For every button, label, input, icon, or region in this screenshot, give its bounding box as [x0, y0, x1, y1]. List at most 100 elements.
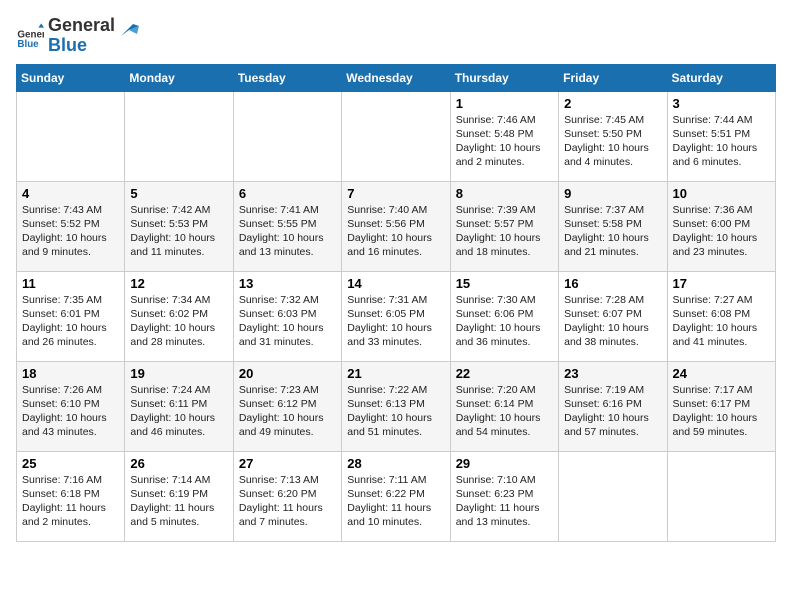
day-number: 1 [456, 96, 553, 111]
day-info: Sunrise: 7:39 AMSunset: 5:57 PMDaylight:… [456, 203, 553, 260]
day-number: 13 [239, 276, 336, 291]
daylight-info: and 5 minutes. [130, 515, 227, 529]
calendar-day-14: 14 Sunrise: 7:31 AMSunset: 6:05 PMDayligh… [342, 271, 450, 361]
sunrise-info: Sunrise: 7:46 AM [456, 113, 553, 127]
sunset-info: Sunset: 5:50 PM [564, 127, 661, 141]
sunrise-info: Sunrise: 7:41 AM [239, 203, 336, 217]
day-info: Sunrise: 7:44 AMSunset: 5:51 PMDaylight:… [673, 113, 770, 170]
day-info: Sunrise: 7:31 AMSunset: 6:05 PMDaylight:… [347, 293, 444, 350]
day-number: 16 [564, 276, 661, 291]
day-info: Sunrise: 7:37 AMSunset: 5:58 PMDaylight:… [564, 203, 661, 260]
daylight-info: Daylight: 10 hours [564, 231, 661, 245]
calendar-empty-cell [17, 91, 125, 181]
calendar-week-row: 4 Sunrise: 7:43 AMSunset: 5:52 PMDaylight… [17, 181, 776, 271]
day-number: 14 [347, 276, 444, 291]
sunset-info: Sunset: 6:03 PM [239, 307, 336, 321]
day-info: Sunrise: 7:42 AMSunset: 5:53 PMDaylight:… [130, 203, 227, 260]
sunrise-info: Sunrise: 7:28 AM [564, 293, 661, 307]
daylight-info: Daylight: 11 hours [239, 501, 336, 515]
day-info: Sunrise: 7:40 AMSunset: 5:56 PMDaylight:… [347, 203, 444, 260]
day-number: 12 [130, 276, 227, 291]
calendar-day-24: 24Sunrise: 7:17 AMSunset: 6:17 PMDayligh… [667, 361, 775, 451]
sunrise-info: Sunrise: 7:37 AM [564, 203, 661, 217]
day-info: Sunrise: 7:13 AMSunset: 6:20 PMDaylight:… [239, 473, 336, 530]
daylight-info: and 9 minutes. [22, 245, 119, 259]
calendar-day-11: 11Sunrise: 7:35 AMSunset: 6:01 PMDayligh… [17, 271, 125, 361]
sunset-info: Sunset: 5:52 PM [22, 217, 119, 231]
sunset-info: Sunset: 5:58 PM [564, 217, 661, 231]
daylight-info: Daylight: 10 hours [239, 231, 336, 245]
sunset-info: Sunset: 5:55 PM [239, 217, 336, 231]
daylight-info: Daylight: 10 hours [456, 411, 553, 425]
day-info: Sunrise: 7:46 AMSunset: 5:48 PMDaylight:… [456, 113, 553, 170]
daylight-info: Daylight: 10 hours [456, 141, 553, 155]
day-info: Sunrise: 7:26 AMSunset: 6:10 PMDaylight:… [22, 383, 119, 440]
calendar-day-10: 10Sunrise: 7:36 AMSunset: 6:00 PMDayligh… [667, 181, 775, 271]
daylight-info: and 28 minutes. [130, 335, 227, 349]
day-number: 24 [673, 366, 770, 381]
calendar-day-2: 2Sunrise: 7:45 AMSunset: 5:50 PMDaylight… [559, 91, 667, 181]
svg-text:Blue: Blue [17, 39, 39, 50]
daylight-info: and 13 minutes. [239, 245, 336, 259]
sunset-info: Sunset: 6:13 PM [347, 397, 444, 411]
calendar-day-23: 23Sunrise: 7:19 AMSunset: 6:16 PMDayligh… [559, 361, 667, 451]
calendar-empty-cell [233, 91, 341, 181]
sunset-info: Sunset: 5:57 PM [456, 217, 553, 231]
sunset-info: Sunset: 6:18 PM [22, 487, 119, 501]
calendar-day-6: 6Sunrise: 7:41 AMSunset: 5:55 PMDaylight… [233, 181, 341, 271]
sunset-info: Sunset: 6:01 PM [22, 307, 119, 321]
calendar-table: SundayMondayTuesdayWednesdayThursdayFrid… [16, 64, 776, 542]
weekday-header-row: SundayMondayTuesdayWednesdayThursdayFrid… [17, 64, 776, 91]
daylight-info: and 6 minutes. [673, 155, 770, 169]
day-info: Sunrise: 7:28 AMSunset: 6:07 PMDaylight:… [564, 293, 661, 350]
calendar-day-19: 19Sunrise: 7:24 AMSunset: 6:11 PMDayligh… [125, 361, 233, 451]
calendar-week-row: 18Sunrise: 7:26 AMSunset: 6:10 PMDayligh… [17, 361, 776, 451]
weekday-header-saturday: Saturday [667, 64, 775, 91]
day-info: Sunrise: 7:22 AMSunset: 6:13 PMDaylight:… [347, 383, 444, 440]
sunrise-info: Sunrise: 7:32 AM [239, 293, 336, 307]
daylight-info: and 11 minutes. [130, 245, 227, 259]
day-info: Sunrise: 7:27 AMSunset: 6:08 PMDaylight:… [673, 293, 770, 350]
daylight-info: and 57 minutes. [564, 425, 661, 439]
day-info: Sunrise: 7:34 AMSunset: 6:02 PMDaylight:… [130, 293, 227, 350]
sunrise-info: Sunrise: 7:42 AM [130, 203, 227, 217]
day-info: Sunrise: 7:41 AMSunset: 5:55 PMDaylight:… [239, 203, 336, 260]
sunset-info: Sunset: 6:22 PM [347, 487, 444, 501]
daylight-info: and 31 minutes. [239, 335, 336, 349]
daylight-info: Daylight: 11 hours [22, 501, 119, 515]
daylight-info: and 43 minutes. [22, 425, 119, 439]
daylight-info: and 21 minutes. [564, 245, 661, 259]
daylight-info: Daylight: 10 hours [456, 231, 553, 245]
calendar-day-27: 27Sunrise: 7:13 AMSunset: 6:20 PMDayligh… [233, 451, 341, 541]
sunrise-info: Sunrise: 7:20 AM [456, 383, 553, 397]
calendar-day-15: 15Sunrise: 7:30 AMSunset: 6:06 PMDayligh… [450, 271, 558, 361]
sunrise-info: Sunrise: 7:30 AM [456, 293, 553, 307]
sunrise-info: Sunrise: 7:44 AM [673, 113, 770, 127]
logo-bird-icon [111, 16, 141, 46]
weekday-header-monday: Monday [125, 64, 233, 91]
sunset-info: Sunset: 6:17 PM [673, 397, 770, 411]
daylight-info: and 41 minutes. [673, 335, 770, 349]
calendar-day-21: 21Sunrise: 7:22 AMSunset: 6:13 PMDayligh… [342, 361, 450, 451]
sunrise-info: Sunrise: 7:11 AM [347, 473, 444, 487]
day-info: Sunrise: 7:43 AMSunset: 5:52 PMDaylight:… [22, 203, 119, 260]
calendar-day-7: 7Sunrise: 7:40 AMSunset: 5:56 PMDaylight… [342, 181, 450, 271]
logo-blue: Blue [48, 36, 115, 56]
daylight-info: Daylight: 10 hours [22, 321, 119, 335]
day-info: Sunrise: 7:20 AMSunset: 6:14 PMDaylight:… [456, 383, 553, 440]
calendar-day-1: 1 Sunrise: 7:46 AMSunset: 5:48 PMDaylight… [450, 91, 558, 181]
daylight-info: and 2 minutes. [22, 515, 119, 529]
daylight-info: and 46 minutes. [130, 425, 227, 439]
logo: General Blue General Blue [16, 16, 141, 56]
daylight-info: Daylight: 11 hours [347, 501, 444, 515]
day-number: 4 [22, 186, 119, 201]
sunset-info: Sunset: 6:14 PM [456, 397, 553, 411]
calendar-day-20: 20Sunrise: 7:23 AMSunset: 6:12 PMDayligh… [233, 361, 341, 451]
sunrise-info: Sunrise: 7:16 AM [22, 473, 119, 487]
sunset-info: Sunset: 6:06 PM [456, 307, 553, 321]
day-number: 9 [564, 186, 661, 201]
daylight-info: and 16 minutes. [347, 245, 444, 259]
day-info: Sunrise: 7:10 AMSunset: 6:23 PMDaylight:… [456, 473, 553, 530]
daylight-info: Daylight: 10 hours [673, 411, 770, 425]
daylight-info: and 18 minutes. [456, 245, 553, 259]
